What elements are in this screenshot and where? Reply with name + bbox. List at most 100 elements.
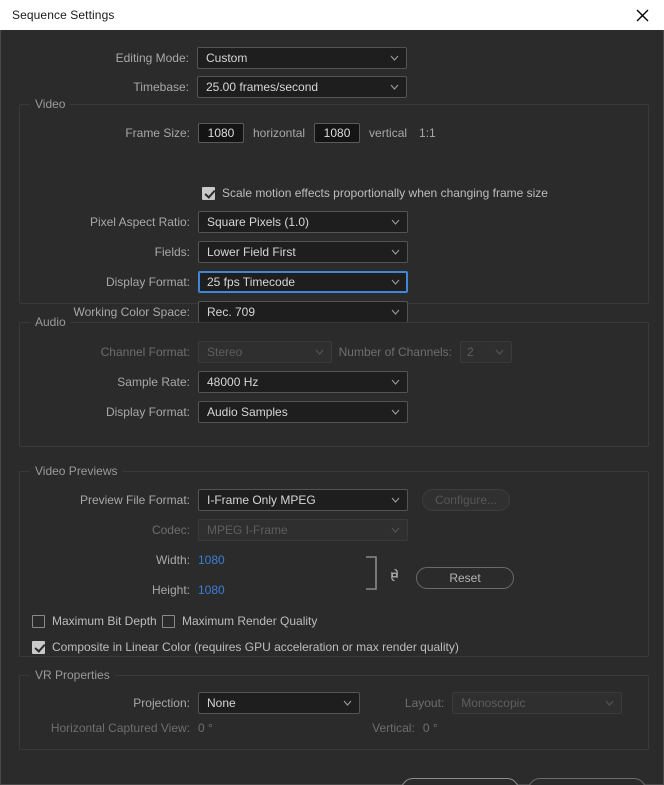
sample-rate-select[interactable]: 48000 Hz	[198, 371, 408, 393]
chevron-down-icon	[391, 279, 400, 285]
link-bracket-icon	[365, 556, 379, 595]
video-display-format-value: 25 fps Timecode	[207, 275, 296, 289]
horizontal-captured-view-label: Horizontal Captured View:	[50, 721, 190, 735]
window-titlebar: Sequence Settings	[0, 0, 664, 30]
editing-mode-row: Editing Mode: Custom	[1, 44, 415, 72]
working-color-space-select[interactable]: Rec. 709	[198, 301, 408, 323]
vertical-value: 0 °	[422, 721, 438, 735]
working-color-space-value: Rec. 709	[207, 305, 256, 319]
scale-motion-checkbox[interactable]	[202, 186, 215, 200]
cancel-button[interactable]: Cancel	[528, 778, 646, 785]
chevron-down-icon	[605, 700, 614, 706]
preview-height-row: Height: 1080	[2, 576, 302, 604]
chevron-down-icon	[391, 379, 400, 385]
fields-row: Fields: Lower Field First	[2, 238, 416, 266]
timebase-value: 25.00 frames/second	[206, 80, 319, 94]
pixel-aspect-ratio-row: Pixel Aspect Ratio: Square Pixels (1.0)	[2, 208, 416, 236]
preview-width-label: Width:	[155, 553, 190, 567]
maximum-bit-depth-checkbox[interactable]	[32, 614, 45, 628]
pixel-aspect-ratio-select[interactable]: Square Pixels (1.0)	[198, 211, 408, 233]
codec-select: MPEG I-Frame	[198, 519, 408, 541]
frame-width-input[interactable]: 1080	[198, 123, 244, 143]
pixel-aspect-ratio-label: Pixel Aspect Ratio:	[89, 215, 190, 229]
audio-display-format-value: Audio Samples	[207, 405, 288, 419]
chevron-down-icon	[391, 527, 400, 533]
maximum-render-quality-label: Maximum Render Quality	[182, 614, 318, 628]
layout-select: Monoscopic	[452, 692, 622, 714]
maximum-render-quality-row[interactable]: Maximum Render Quality	[162, 614, 317, 628]
chevron-down-icon	[343, 700, 352, 706]
scale-motion-label: Scale motion effects proportionally when…	[222, 186, 548, 200]
ok-button[interactable]: OK	[401, 778, 519, 785]
vr-properties-group: VR Properties Projection: None Layout: M…	[19, 668, 649, 750]
chevron-down-icon	[390, 84, 399, 90]
chevron-down-icon	[315, 349, 324, 355]
preview-height-value[interactable]: 1080	[198, 583, 225, 597]
window-title: Sequence Settings	[12, 8, 115, 22]
video-display-format-select[interactable]: 25 fps Timecode	[198, 271, 408, 293]
composite-linear-color-checkbox[interactable]	[32, 640, 45, 654]
number-of-channels-label: Number of Channels:	[338, 345, 452, 359]
audio-display-format-select[interactable]: Audio Samples	[198, 401, 408, 423]
channel-format-value: Stereo	[207, 345, 243, 359]
composite-linear-color-row[interactable]: Composite in Linear Color (requires GPU …	[32, 640, 459, 654]
preview-width-row: Width: 1080	[2, 546, 302, 574]
preview-file-format-value: I-Frame Only MPEG	[207, 493, 316, 507]
video-previews-group-title: Video Previews	[30, 464, 123, 478]
chevron-down-icon	[390, 55, 399, 61]
channel-format-label: Channel Format:	[100, 345, 190, 359]
preview-file-format-label: Preview File Format:	[79, 493, 190, 507]
editing-mode-label: Editing Mode:	[115, 51, 189, 65]
audio-group: Audio Channel Format: Stereo Number of C…	[19, 315, 649, 447]
projection-label: Projection:	[133, 696, 190, 710]
horizontal-captured-view-value: 0 °	[198, 721, 213, 735]
chevron-down-icon	[391, 309, 400, 315]
video-group-title: Video	[30, 97, 71, 111]
composite-linear-color-label: Composite in Linear Color (requires GPU …	[52, 640, 459, 654]
preview-height-label: Height:	[151, 583, 190, 597]
fields-label: Fields:	[154, 245, 190, 259]
maximum-bit-depth-row[interactable]: Maximum Bit Depth	[32, 614, 157, 628]
horizontal-label: horizontal	[253, 126, 306, 140]
audio-display-format-row: Display Format: Audio Samples	[2, 398, 416, 426]
configure-button: Configure...	[422, 489, 510, 511]
channel-format-select: Stereo	[198, 341, 332, 363]
video-group: Video Frame Size: 1080 horizontal 1080 v…	[19, 97, 649, 323]
sample-rate-value: 48000 Hz	[207, 375, 259, 389]
sample-rate-label: Sample Rate:	[117, 375, 190, 389]
sequence-settings-dialog: Editing Mode: Custom Timebase: 25.00 fra…	[0, 30, 664, 785]
maximum-render-quality-checkbox[interactable]	[162, 614, 175, 628]
sample-rate-row: Sample Rate: 48000 Hz	[2, 368, 416, 396]
layout-label: Layout:	[404, 696, 445, 710]
fields-select[interactable]: Lower Field First	[198, 241, 408, 263]
vr-properties-group-title: VR Properties	[30, 668, 115, 682]
codec-row: Codec: MPEG I-Frame	[2, 516, 416, 544]
reset-button[interactable]: Reset	[416, 567, 514, 589]
channel-format-row: Channel Format: Stereo Number of Channel…	[2, 338, 522, 366]
timebase-select[interactable]: 25.00 frames/second	[197, 76, 407, 98]
vertical-label: vertical	[369, 126, 408, 140]
video-previews-group: Video Previews Preview File Format: I-Fr…	[19, 464, 649, 657]
audio-group-title: Audio	[30, 315, 71, 329]
chevron-down-icon	[495, 349, 504, 355]
frame-height-input[interactable]: 1080	[314, 123, 361, 143]
chain-link-icon[interactable]	[388, 567, 401, 588]
codec-label: Codec:	[151, 523, 190, 537]
vertical-label: Vertical:	[372, 721, 415, 735]
audio-display-format-label: Display Format:	[105, 405, 190, 419]
pixel-aspect-ratio-value: Square Pixels (1.0)	[207, 215, 310, 229]
video-display-format-label: Display Format:	[105, 275, 190, 289]
editing-mode-select[interactable]: Custom	[197, 47, 407, 69]
preview-width-value[interactable]: 1080	[198, 553, 225, 567]
editing-mode-value: Custom	[206, 51, 248, 65]
timebase-label: Timebase:	[133, 80, 189, 94]
close-icon[interactable]	[620, 0, 664, 30]
scale-motion-checkbox-row[interactable]: Scale motion effects proportionally when…	[202, 186, 548, 200]
preview-file-format-select[interactable]: I-Frame Only MPEG	[198, 489, 408, 511]
aspect-ratio-value: 1:1	[419, 126, 436, 140]
maximum-bit-depth-label: Maximum Bit Depth	[52, 614, 157, 628]
projection-row: Projection: None Layout: Monoscopic	[2, 689, 622, 717]
chevron-down-icon	[391, 409, 400, 415]
projection-select[interactable]: None	[198, 692, 361, 714]
chevron-down-icon	[391, 219, 400, 225]
